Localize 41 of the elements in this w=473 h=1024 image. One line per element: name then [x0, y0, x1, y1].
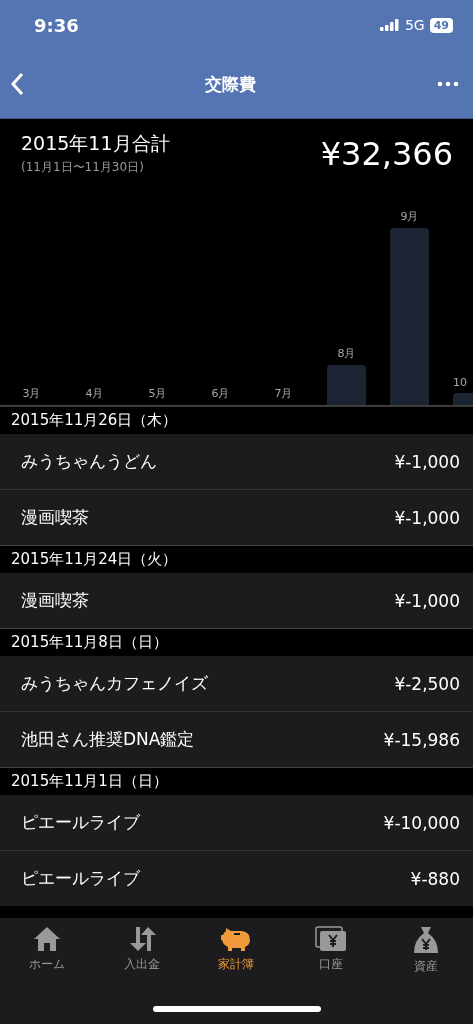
back-icon[interactable]: [10, 72, 24, 96]
transaction-amount: ¥-10,000: [383, 812, 460, 833]
transaction-name[interactable]: 漫画喫茶: [21, 506, 89, 529]
month-label: 5月: [148, 386, 167, 401]
money-bag-icon: [412, 926, 439, 954]
transaction-name[interactable]: ピエールライブ: [21, 867, 140, 890]
transaction-name[interactable]: 池田さん推奨DNA鑑定: [21, 728, 195, 751]
transaction-amount: ¥-1,000: [394, 451, 460, 472]
yen-card-icon: [315, 926, 348, 952]
piggy-bank-icon: [220, 926, 253, 952]
transaction-amount: ¥-1,000: [394, 590, 460, 611]
battery-level: 49: [429, 17, 453, 33]
transaction-amount: ¥-880: [410, 868, 460, 889]
month-label: 8月: [337, 346, 356, 361]
network-label: 5G: [404, 17, 425, 33]
status-time: 9:36: [34, 14, 79, 36]
more-icon[interactable]: [437, 81, 459, 87]
chart-bar: [327, 365, 366, 405]
month-label: 9月: [400, 209, 419, 224]
signal-icon: [379, 19, 400, 31]
home-icon: [33, 926, 62, 952]
transaction-amount: ¥-1,000: [394, 507, 460, 528]
tab-button[interactable]: ホーム: [7, 926, 88, 1024]
transaction-name[interactable]: ピエールライブ: [21, 811, 140, 834]
month-label: 10: [453, 376, 467, 389]
nav-title: 交際費: [205, 72, 256, 96]
month-label: 3月: [22, 386, 41, 401]
transaction-name[interactable]: みうちゃんカフェノイズ: [21, 672, 208, 695]
transaction-name[interactable]: みうちゃんうどん: [21, 450, 157, 473]
transaction-amount: ¥-2,500: [394, 673, 460, 694]
tab-button[interactable]: 家計簿: [196, 926, 277, 1024]
transaction-name[interactable]: 漫画喫茶: [21, 589, 89, 612]
transaction-amount: ¥-15,986: [383, 729, 460, 750]
tab-button[interactable]: 資産: [385, 926, 466, 1024]
month-label: 4月: [85, 386, 104, 401]
tab-button[interactable]: 入出金: [101, 926, 182, 1024]
summary-title: 2015年11月合計: [21, 131, 170, 156]
total-amount: ¥32,366: [320, 135, 453, 175]
month-label: 6月: [211, 386, 230, 401]
month-label: 7月: [274, 386, 293, 401]
summary-period: (11月1日〜11月30日): [21, 159, 145, 176]
